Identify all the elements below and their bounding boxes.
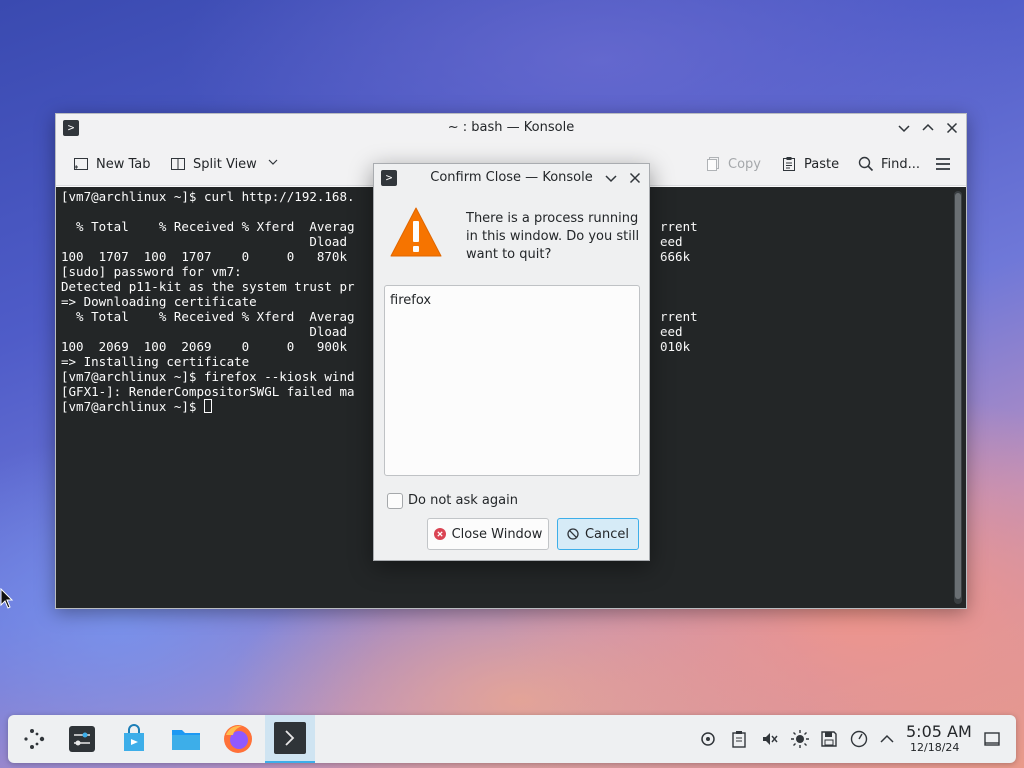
file-manager-icon[interactable] [168,721,204,757]
terminal-prompt-line: [vm7@archlinux ~]$ [61,399,355,414]
taskbar: 5:05 AM 12/18/24 [8,715,1016,763]
cancel-icon [567,528,579,540]
dialog-titlebar[interactable]: > Confirm Close — Konsole [374,164,649,192]
show-desktop-icon[interactable] [982,729,1002,749]
mouse-pointer-icon [0,587,14,610]
maximize-icon[interactable] [918,118,938,138]
terminal-line: Dload [61,324,355,339]
network-icon[interactable] [698,729,718,749]
chevron-down-icon[interactable] [267,156,279,172]
dialog-message: There is a process running in this windo… [466,211,640,262]
scrollbar-thumb[interactable] [955,193,961,599]
hamburger-menu-icon [934,155,952,173]
terminal-scrollbar[interactable] [954,191,962,604]
terminal-line: 666k [660,249,691,264]
terminal-line: 010k [660,339,691,354]
terminal-line: eed [660,324,683,339]
warning-icon [389,205,443,260]
close-window-icon [433,528,446,540]
do-not-ask-checkbox[interactable] [387,493,403,509]
terminal-line: Dload [61,234,355,249]
close-icon[interactable] [625,168,645,188]
volume-muted-icon[interactable] [760,729,780,749]
do-not-ask-label[interactable]: Do not ask again [408,493,518,508]
paste-label: Paste [804,156,840,172]
split-view-button[interactable]: Split View [169,153,279,175]
cancel-button[interactable]: Cancel [557,518,639,550]
terminal-line: rrent [660,219,698,234]
clock-date[interactable]: 12/18/24 [910,741,959,754]
terminal-line: eed [660,234,683,249]
terminal-line: 100 1707 100 1707 0 0 870k [61,249,355,264]
terminal-output: [vm7@archlinux ~]$ curl http://192.168. … [61,189,355,414]
find-button[interactable]: Find... [857,153,920,175]
terminal-line: => Downloading certificate [61,294,257,309]
updates-icon[interactable] [849,729,869,749]
find-label: Find... [881,156,921,172]
process-list-item[interactable]: firefox [390,293,431,308]
terminal-line: [GFX1-]: RenderCompositorSWGL failed ma [61,384,355,399]
minimize-icon[interactable] [601,168,621,188]
minimize-icon[interactable] [894,118,914,138]
expand-tray-icon[interactable] [877,729,897,749]
storage-icon[interactable] [819,729,839,749]
window-titlebar[interactable]: > ~ : bash — Konsole [56,114,966,142]
close-icon[interactable] [942,118,962,138]
copy-button[interactable]: Copy [704,153,761,175]
terminal-prompt: [vm7@archlinux ~]$ [61,399,204,414]
process-list[interactable]: firefox [384,285,640,476]
search-icon [857,155,875,173]
confirm-close-dialog[interactable]: > Confirm Close — Konsole There is a pro… [373,163,650,561]
terminal-line: Detected p11-kit as the system trust pr [61,279,355,294]
window-title: ~ : bash — Konsole [447,120,575,135]
close-window-label: Close Window [451,526,543,542]
firefox-icon[interactable] [220,721,256,757]
split-view-label: Split View [193,156,257,172]
clock-time[interactable]: 5:05 AM [906,722,972,741]
konsole-taskbar-icon[interactable] [265,715,315,763]
new-tab-icon [72,155,90,173]
terminal-line: % Total % Received % Xferd Averag [61,309,355,324]
clipboard-icon[interactable] [729,729,749,749]
terminal-line: 100 2069 100 2069 0 0 900k [61,339,355,354]
system-settings-icon[interactable] [64,721,100,757]
copy-label: Copy [728,156,761,172]
terminal-line: [vm7@archlinux ~]$ firefox --kiosk wind [61,369,355,384]
terminal-line: % Total % Received % Xferd Averag [61,219,355,234]
paste-icon [780,155,798,173]
terminal-line: [sudo] password for vm7: [61,264,242,279]
copy-icon [704,155,722,173]
discover-store-icon[interactable] [116,721,152,757]
terminal-output-right: rrent eed 666k rrent eed 010k [660,189,698,354]
paste-button[interactable]: Paste [780,153,839,175]
new-tab-label: New Tab [96,156,151,172]
brightness-icon[interactable] [790,729,810,749]
close-window-button[interactable]: Close Window [427,518,549,550]
new-tab-button[interactable]: New Tab [72,153,151,175]
terminal-line: => Installing certificate [61,354,250,369]
split-view-icon [169,155,187,173]
terminal-line: [vm7@archlinux ~]$ curl http://192.168. [61,189,355,204]
application-launcher-icon[interactable] [16,721,52,757]
terminal-line: rrent [660,309,698,324]
terminal-cursor [204,399,212,413]
hamburger-menu-button[interactable] [934,153,952,175]
cancel-label: Cancel [584,526,630,542]
